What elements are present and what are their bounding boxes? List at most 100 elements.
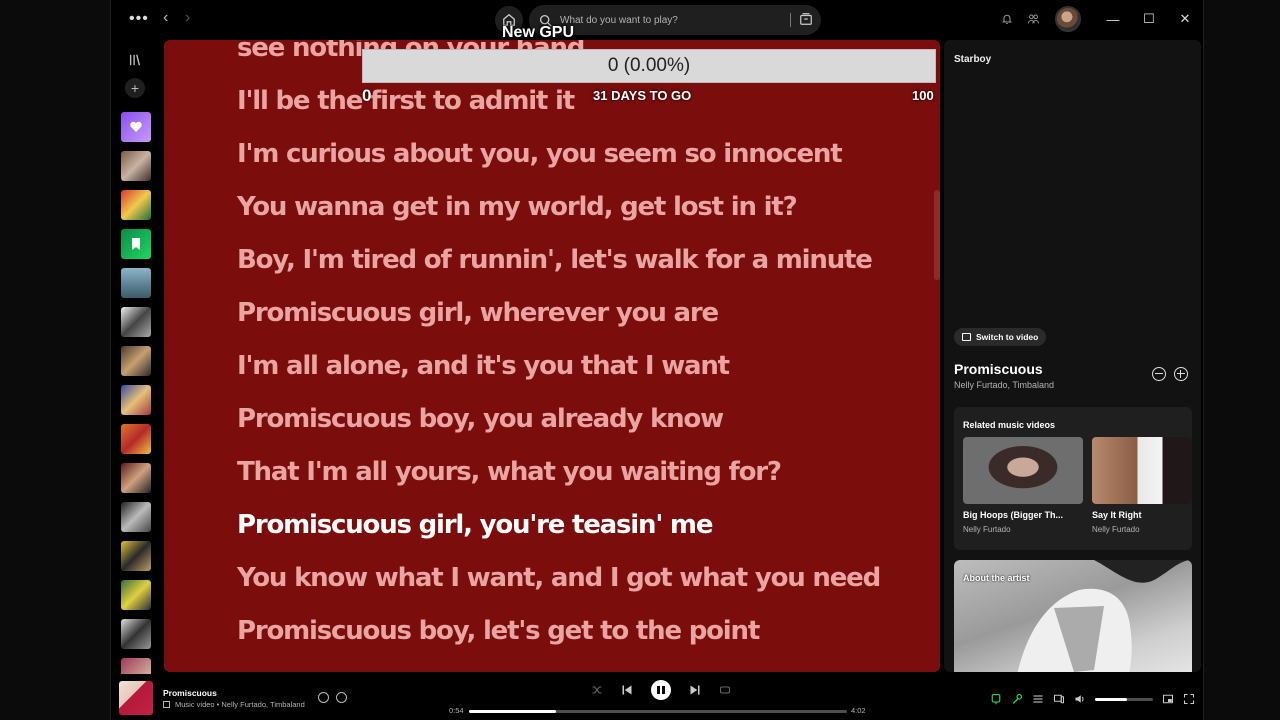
player-right-controls xyxy=(981,692,1195,706)
related-video-thumbnail[interactable] xyxy=(1092,437,1192,504)
playback-controls xyxy=(591,680,731,700)
lyric-line[interactable]: Promiscuous boy, let's get to the point xyxy=(237,605,927,658)
library-item[interactable] xyxy=(121,268,151,298)
library-item[interactable] xyxy=(121,151,151,181)
search-divider xyxy=(790,13,791,27)
library-item[interactable] xyxy=(121,424,151,454)
related-video-title[interactable]: Big Hoops (Bigger Th... xyxy=(963,510,1063,520)
related-video-title[interactable]: Say It Right xyxy=(1092,510,1142,520)
volume-fill xyxy=(1095,697,1127,701)
now-playing-subtitle: Music video • Nelly Furtado, Timbaland xyxy=(163,700,305,709)
now-playing-title[interactable]: Promiscuous xyxy=(163,688,217,698)
heart-icon xyxy=(130,121,142,132)
miniplayer-icon[interactable] xyxy=(1162,693,1174,705)
song-artists[interactable]: Nelly Furtado, Timbaland xyxy=(954,380,1054,390)
lyric-line[interactable]: Promiscuous girl, wherever you are xyxy=(237,287,927,340)
shuffle-icon[interactable] xyxy=(591,684,603,696)
library-item[interactable] xyxy=(121,385,151,415)
playback-progress-fill xyxy=(469,710,556,713)
library-item[interactable] xyxy=(121,229,151,259)
lyrics-scrollbar[interactable] xyxy=(934,190,940,280)
now-playing-view-icon[interactable] xyxy=(990,693,1002,705)
search-placeholder: What do you want to play? xyxy=(560,14,678,26)
song-title[interactable]: Promiscuous xyxy=(954,361,1043,377)
volume-slider[interactable] xyxy=(1095,697,1153,701)
gpu-goal-max-label: 100 xyxy=(912,88,934,103)
related-video-thumbnail[interactable] xyxy=(963,437,1083,504)
lyrics-mic-icon[interactable] xyxy=(1011,693,1023,705)
remove-circle-icon[interactable] xyxy=(318,692,329,703)
music-video-icon xyxy=(163,701,170,708)
now-playing-view: Starboy Switch to video Promiscuous Nell… xyxy=(944,40,1201,672)
maximize-icon[interactable]: ☐ xyxy=(1131,11,1167,27)
lyric-line[interactable]: I'm curious about you, you seem so innoc… xyxy=(237,128,927,181)
lyric-line[interactable]: You know what I want, and I got what you… xyxy=(237,552,927,605)
library-sidebar: + xyxy=(111,40,161,688)
lyrics-list: see nothing on your handI'll be the firs… xyxy=(237,40,927,672)
now-playing-artists[interactable]: Music video • Nelly Furtado, Timbaland xyxy=(175,700,305,709)
volume-icon[interactable] xyxy=(1074,693,1086,705)
switch-to-video-label: Switch to video xyxy=(976,332,1039,342)
friend-activity-icon[interactable] xyxy=(1023,9,1043,29)
about-artist-card[interactable]: About the artist xyxy=(954,560,1192,672)
related-videos-heading: Related music videos xyxy=(963,420,1056,430)
pause-button[interactable] xyxy=(651,680,671,700)
lyrics-panel: see nothing on your handI'll be the firs… xyxy=(164,40,940,672)
library-item[interactable] xyxy=(121,346,151,376)
pause-icon xyxy=(657,686,660,694)
add-to-playlist-icon[interactable] xyxy=(1174,367,1188,381)
gpu-goal-progress-bar: 0 (0.00%) xyxy=(362,49,936,83)
library-item[interactable] xyxy=(121,463,151,493)
lyric-line[interactable]: You wanna get in my world, get lost in i… xyxy=(237,181,927,234)
fullscreen-icon[interactable] xyxy=(1183,693,1195,705)
liked-songs-item[interactable] xyxy=(121,112,151,142)
library-item[interactable] xyxy=(121,190,151,220)
related-video-artist[interactable]: Nelly Furtado xyxy=(963,525,1011,534)
notification-bell-icon[interactable] xyxy=(997,9,1017,29)
connect-device-icon[interactable] xyxy=(1053,693,1065,705)
bookmark-icon xyxy=(132,238,140,250)
library-item[interactable] xyxy=(121,580,151,610)
now-playing-header: Starboy xyxy=(954,54,992,65)
player-bar: Promiscuous Music video • Nelly Furtado,… xyxy=(111,674,1203,720)
lyric-line[interactable]: That I'm all yours, what you waiting for… xyxy=(237,446,927,499)
user-avatar[interactable] xyxy=(1055,6,1081,32)
repeat-icon[interactable] xyxy=(719,684,731,696)
previous-icon[interactable] xyxy=(621,684,633,696)
gpu-goal-title: New GPU xyxy=(502,24,575,41)
forward-arrow-icon[interactable]: › xyxy=(185,9,190,27)
lyric-line[interactable]: Promiscuous boy, you already know xyxy=(237,393,927,446)
more-menu-icon[interactable]: ••• xyxy=(129,10,149,28)
gpu-goal-min-label: 0 xyxy=(362,86,372,105)
gpu-goal-progress-text: 0 (0.00%) xyxy=(607,55,691,76)
related-video-artist[interactable]: Nelly Furtado xyxy=(1092,525,1140,534)
add-circle-icon[interactable] xyxy=(336,692,347,703)
queue-icon[interactable] xyxy=(1032,693,1044,705)
elapsed-time: 0:54 xyxy=(449,706,464,715)
about-artist-heading: About the artist xyxy=(963,573,1030,583)
close-icon[interactable]: ✕ xyxy=(1167,11,1203,27)
library-item[interactable] xyxy=(121,502,151,532)
library-icon[interactable] xyxy=(128,53,142,67)
lyric-line[interactable]: Promiscuous girl, you're teasin' me xyxy=(237,499,927,552)
minimize-icon[interactable]: — xyxy=(1095,12,1131,27)
next-icon[interactable] xyxy=(689,684,701,696)
back-arrow-icon[interactable]: ‹ xyxy=(163,9,168,27)
lyric-line[interactable]: Boy, I'm tired of runnin', let's walk fo… xyxy=(237,234,927,287)
library-item[interactable] xyxy=(121,541,151,571)
library-item[interactable] xyxy=(121,619,151,649)
total-duration: 4:02 xyxy=(851,706,866,715)
lyric-line[interactable]: 'Cause we're on a roll, you ready? xyxy=(237,658,927,672)
gpu-goal-days-left: 31 DAYS TO GO xyxy=(593,88,692,103)
related-videos-card: Related music videos Big Hoops (Bigger T… xyxy=(954,407,1192,550)
lyric-line[interactable]: I'm all alone, and it's you that I want xyxy=(237,340,927,393)
browse-icon[interactable] xyxy=(799,12,813,26)
remove-icon[interactable] xyxy=(1152,367,1166,381)
video-icon xyxy=(962,333,971,341)
switch-to-video-button[interactable]: Switch to video xyxy=(954,328,1047,346)
top-right-controls: — ☐ ✕ xyxy=(997,0,1203,38)
library-item[interactable] xyxy=(121,307,151,337)
create-playlist-button[interactable]: + xyxy=(125,78,145,98)
playback-progress-bar[interactable] xyxy=(469,710,847,713)
now-playing-cover[interactable] xyxy=(119,681,153,715)
